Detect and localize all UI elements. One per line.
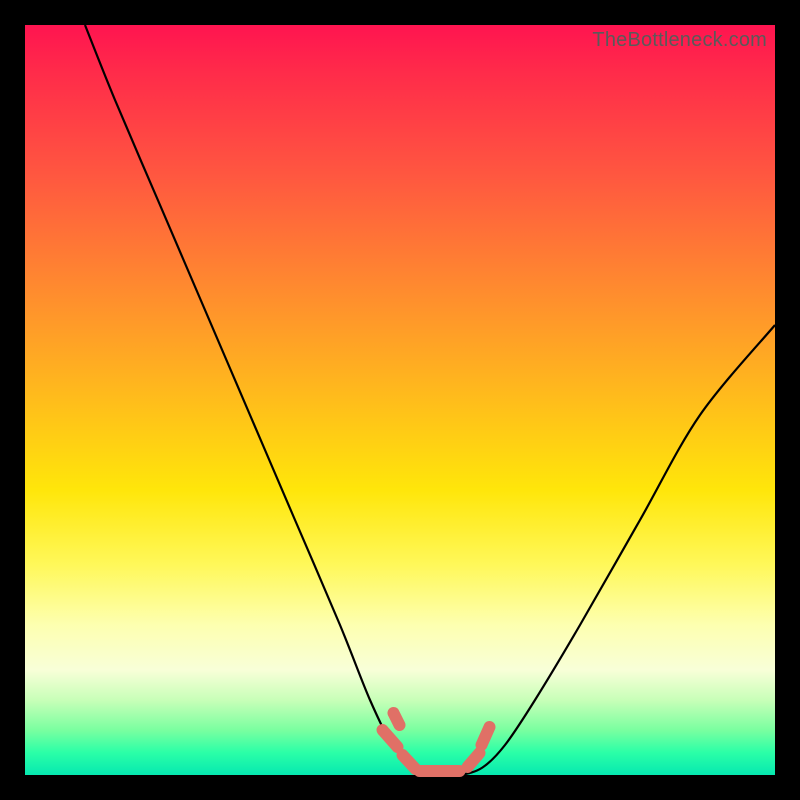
plot-area: TheBottleneck.com: [25, 25, 775, 775]
bottleneck-curve: [25, 25, 775, 775]
chart-frame: TheBottleneck.com: [0, 0, 800, 800]
curve-line: [85, 25, 775, 776]
valley-dash-cluster: [383, 713, 490, 771]
